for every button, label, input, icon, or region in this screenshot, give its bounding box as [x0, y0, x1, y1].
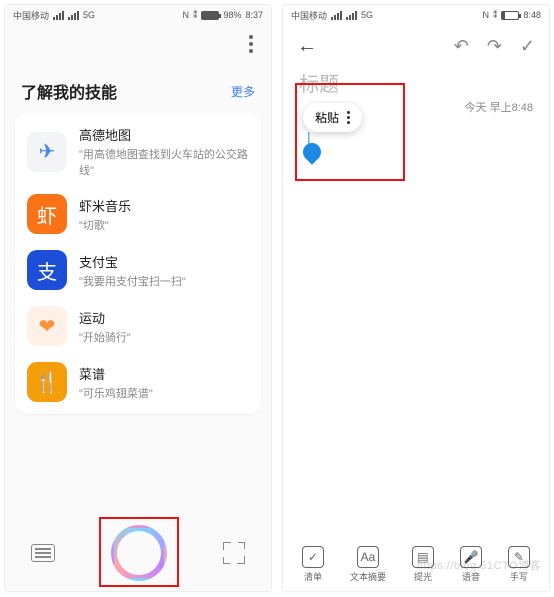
more-link[interactable]: 更多: [231, 83, 255, 100]
signal-icon: [346, 11, 357, 20]
tool-label: 清单: [304, 570, 322, 583]
tool-icon: Aa: [357, 546, 379, 568]
carrier-label: 中国移动: [291, 9, 327, 22]
text-cursor-handle[interactable]: [299, 139, 324, 164]
back-icon[interactable]: ←: [297, 35, 317, 58]
skill-card: ✈ 高德地图 "用高德地图查找到火车站的公交路线" 虾虾米音乐 "切歌" 支支付宝 "我要用…: [15, 113, 261, 414]
bluetooth-icon: ⁑: [193, 10, 198, 21]
phone-voice-assistant: 中国移动 5G N ⁑ 98% 8:37 了解我的技能 更多 ✈ 高德地图 "用高德…: [4, 4, 272, 592]
carrier-label: 中国移动: [13, 9, 49, 22]
tool-清单[interactable]: ✓ 清单: [302, 546, 324, 583]
status-bar: 中国移动 5G N ⁑ 98% 8:37: [5, 5, 271, 25]
bluetooth-icon: ⁑: [493, 10, 498, 21]
clock: 8:48: [523, 10, 541, 20]
section-title: 了解我的技能: [21, 79, 117, 103]
skill-item[interactable]: 🍴 菜谱 "可乐鸡翅菜谱": [15, 354, 261, 410]
clock: 8:37: [245, 10, 263, 20]
network-label: 5G: [361, 10, 373, 20]
battery-icon: [501, 11, 519, 20]
keyboard-icon[interactable]: [31, 544, 55, 562]
signal-icon: [68, 11, 79, 20]
tool-文本摘要[interactable]: Aa 文本摘要: [350, 546, 386, 583]
skill-example: "切歌": [79, 217, 131, 233]
paste-label[interactable]: 粘贴: [315, 109, 339, 126]
nfc-icon: N: [182, 10, 189, 20]
battery-icon: [201, 11, 219, 20]
tool-label: 文本摘要: [350, 570, 386, 583]
scan-icon[interactable]: [223, 542, 245, 564]
nfc-icon: N: [482, 10, 489, 20]
skill-title: 运动: [79, 308, 131, 327]
done-icon[interactable]: ✓: [520, 36, 535, 57]
network-label: 5G: [83, 10, 95, 20]
skill-item[interactable]: 支支付宝 "我要用支付宝扫一扫": [15, 242, 261, 298]
paste-more-icon[interactable]: [347, 111, 350, 124]
skill-title: 虾米音乐: [79, 196, 131, 215]
skill-example: "我要用支付宝扫一扫": [79, 273, 186, 289]
tool-icon: ✓: [302, 546, 324, 568]
voice-assistant-button[interactable]: [111, 525, 167, 581]
app-icon: 支: [27, 250, 67, 290]
signal-icon: [331, 11, 342, 20]
skill-item[interactable]: 虾虾米音乐 "切歌": [15, 186, 261, 242]
skill-title: 支付宝: [79, 252, 186, 271]
skill-item[interactable]: ❤ 运动 "开始骑行": [15, 298, 261, 354]
skill-example: "用高德地图查找到火车站的公交路线": [79, 146, 249, 178]
skill-title: 菜谱: [79, 364, 153, 383]
overflow-menu-icon[interactable]: [249, 35, 253, 53]
redo-icon[interactable]: ↷: [487, 36, 502, 57]
skill-example: "开始骑行": [79, 329, 131, 345]
note-title-input[interactable]: 标题: [283, 62, 549, 97]
skill-title: 高德地图: [79, 125, 249, 144]
signal-icon: [53, 11, 64, 20]
skill-example: "可乐鸡翅菜谱": [79, 385, 153, 401]
status-bar: 中国移动 5G N ⁑ 8:48: [283, 5, 549, 25]
app-icon: 🍴: [27, 362, 67, 402]
undo-icon[interactable]: ↶: [454, 36, 469, 57]
app-icon: ✈: [27, 132, 67, 172]
phone-notes-editor: 中国移动 5G N ⁑ 8:48 ← ↶ ↷ ✓ 标题 今天 早上8:48 粘: [282, 4, 550, 592]
paste-popup[interactable]: 粘贴: [303, 103, 362, 132]
skill-item[interactable]: ✈ 高德地图 "用高德地图查找到火车站的公交路线": [15, 117, 261, 186]
app-icon: 虾: [27, 194, 67, 234]
app-icon: ❤: [27, 306, 67, 346]
note-timestamp: 今天 早上8:48: [465, 99, 533, 115]
battery-pct: 98%: [223, 10, 241, 20]
watermark: https://blog.51CTO博客: [417, 557, 541, 573]
